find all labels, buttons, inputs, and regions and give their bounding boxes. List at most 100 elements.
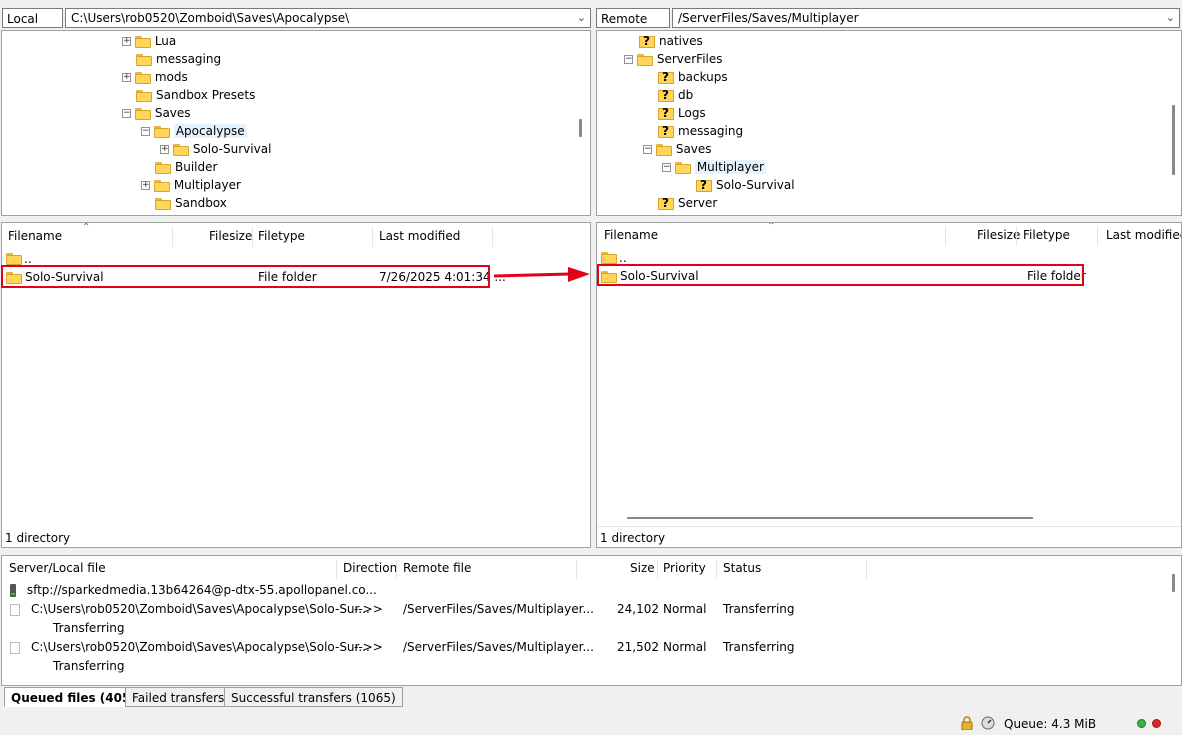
horizontal-scrollbar-thumb[interactable] — [627, 517, 1033, 519]
tree-item[interactable]: + Multiplayer — [141, 176, 241, 194]
tree-item-selected[interactable]: − Multiplayer — [662, 158, 766, 176]
column-filename[interactable]: Filename — [8, 225, 62, 247]
column-filetype[interactable]: Filetype — [258, 225, 305, 247]
queue-direction: -->> — [354, 640, 383, 654]
column-filesize[interactable]: Filesize — [209, 225, 252, 247]
queue-local-file: C:\Users\rob0520\Zomboid\Saves\Apocalyps… — [31, 640, 370, 654]
tree-item[interactable]: − Saves — [122, 104, 191, 122]
remote-tree[interactable]: ? natives − ServerFiles ? backups ? db ? Log… — [596, 30, 1182, 216]
tree-item[interactable]: ? backups — [658, 68, 728, 86]
queue-priority: Normal — [663, 602, 707, 616]
expand-icon[interactable]: + — [122, 37, 131, 46]
column-modified[interactable]: Last modified — [1106, 224, 1181, 246]
speed-limit-icon[interactable] — [981, 716, 995, 730]
column-filename[interactable]: Filename — [604, 224, 658, 246]
sort-arrow-icon: ⌃ — [82, 222, 91, 233]
column-server-local-file[interactable]: Server/Local file — [9, 557, 106, 579]
tree-item[interactable]: ? db — [658, 86, 693, 104]
highlight-box-local — [1, 265, 490, 288]
remote-site-label: Remote site: — [596, 8, 670, 46]
chevron-down-icon[interactable]: ⌄ — [1166, 9, 1175, 27]
tree-item[interactable]: ? Solo-Survival — [696, 176, 795, 194]
folder-icon — [155, 197, 171, 210]
queue-size: 21,502 — [617, 640, 659, 654]
expand-icon[interactable]: + — [122, 73, 131, 82]
queue-size: 24,102 — [617, 602, 659, 616]
unknown-folder-icon: ? — [639, 34, 655, 49]
unknown-folder-icon: ? — [658, 70, 674, 85]
tree-item[interactable]: Sandbox Presets — [136, 86, 255, 104]
local-site-bar: Local site: C:\Users\rob0520\Zomboid\Sav… — [0, 6, 592, 46]
collapse-icon[interactable]: − — [662, 163, 671, 172]
local-tree[interactable]: + Lua messaging + mods Sandbox Presets −… — [1, 30, 591, 216]
remote-column-header: Filename ⌃ Filesize Filetype Last modifi… — [597, 222, 1181, 246]
tab-successful-transfers[interactable]: Successful transfers (1065) — [224, 687, 403, 707]
status-separator — [597, 526, 1181, 527]
local-column-header: Filename ⌃ Filesize Filetype Last modifi… — [2, 222, 590, 247]
queue-item[interactable]: C:\Users\rob0520\Zomboid\Saves\Apocalyps… — [10, 638, 1160, 656]
tree-item[interactable]: Sandbox — [155, 194, 227, 212]
tree-item[interactable]: ? messaging — [658, 122, 743, 140]
server-icon — [10, 584, 16, 597]
collapse-icon[interactable]: − — [624, 55, 633, 64]
tab-failed-transfers[interactable]: Failed transfers — [125, 687, 232, 707]
column-status[interactable]: Status — [723, 557, 761, 579]
queue-item[interactable]: C:\Users\rob0520\Zomboid\Saves\Apocalyps… — [10, 600, 1160, 618]
collapse-icon[interactable]: − — [141, 127, 150, 136]
folder-icon — [134, 35, 151, 48]
folder-icon — [636, 53, 653, 66]
column-filetype[interactable]: Filetype — [1023, 224, 1070, 246]
tree-item[interactable]: + Lua — [122, 32, 176, 50]
tree-item-selected[interactable]: − Apocalypse — [141, 122, 247, 140]
file-icon — [10, 641, 20, 654]
tab-queued-files[interactable]: Queued files (405) — [4, 687, 143, 707]
tree-item[interactable]: + mods — [122, 68, 188, 86]
transfer-queue[interactable]: Server/Local file Direction Remote file … — [1, 555, 1182, 686]
column-size[interactable]: Size — [630, 557, 655, 579]
folder-icon — [674, 161, 691, 174]
highlight-box-remote — [597, 264, 1084, 286]
unknown-folder-icon: ? — [658, 88, 674, 103]
expand-icon[interactable]: + — [160, 145, 169, 154]
column-direction[interactable]: Direction — [343, 557, 397, 579]
collapse-icon[interactable]: − — [643, 145, 652, 154]
unknown-folder-icon: ? — [658, 106, 674, 121]
queue-status: Transferring — [723, 602, 795, 616]
remote-path-text: /ServerFiles/Saves/Multiplayer — [678, 11, 859, 25]
column-remote-file[interactable]: Remote file — [403, 557, 471, 579]
tree-item[interactable]: Builder — [155, 158, 217, 176]
queue-column-header: Server/Local file Direction Remote file … — [2, 557, 1181, 579]
tree-item[interactable]: + Solo-Survival — [160, 140, 271, 158]
queue-status: Transferring — [723, 640, 795, 654]
tree-item[interactable]: ? natives — [639, 32, 703, 50]
folder-icon — [134, 107, 151, 120]
local-path-combo[interactable]: C:\Users\rob0520\Zomboid\Saves\Apocalyps… — [65, 8, 591, 28]
tree-item[interactable]: − Saves — [643, 140, 712, 158]
file-icon — [10, 603, 20, 616]
chevron-down-icon[interactable]: ⌄ — [577, 9, 586, 27]
queue-remote-file: /ServerFiles/Saves/Multiplayer... — [403, 640, 594, 654]
queue-local-file: C:\Users\rob0520\Zomboid\Saves\Apocalyps… — [31, 602, 370, 616]
scrollbar-thumb[interactable] — [579, 119, 582, 137]
arrow-icon — [493, 267, 590, 282]
sort-arrow-icon: ⌃ — [767, 222, 776, 232]
column-priority[interactable]: Priority — [663, 557, 706, 579]
tree-item[interactable]: messaging — [136, 50, 221, 68]
tree-item[interactable]: ? Server — [658, 194, 717, 212]
tree-item[interactable]: ? Logs — [658, 104, 706, 122]
tree-item[interactable]: − ServerFiles — [624, 50, 723, 68]
column-modified[interactable]: Last modified — [379, 225, 460, 247]
queue-item-substatus: Transferring — [53, 621, 125, 635]
remote-path-combo[interactable]: /ServerFiles/Saves/Multiplayer ⌄ — [672, 8, 1180, 28]
scrollbar-thumb[interactable] — [1172, 574, 1175, 592]
scrollbar-thumb[interactable] — [1172, 105, 1175, 175]
expand-icon[interactable]: + — [141, 181, 150, 190]
lock-icon — [961, 716, 973, 731]
queue-direction: -->> — [354, 602, 383, 616]
collapse-icon[interactable]: − — [122, 109, 131, 118]
local-path-text: C:\Users\rob0520\Zomboid\Saves\Apocalyps… — [71, 11, 350, 25]
queue-server-row[interactable]: sftp://sparkedmedia.13b64264@p-dtx-55.ap… — [10, 581, 377, 599]
queue-remote-file: /ServerFiles/Saves/Multiplayer... — [403, 602, 594, 616]
queue-tabs: Queued files (405) Failed transfers Succ… — [4, 687, 404, 709]
column-filesize[interactable]: Filesize — [977, 224, 1020, 246]
